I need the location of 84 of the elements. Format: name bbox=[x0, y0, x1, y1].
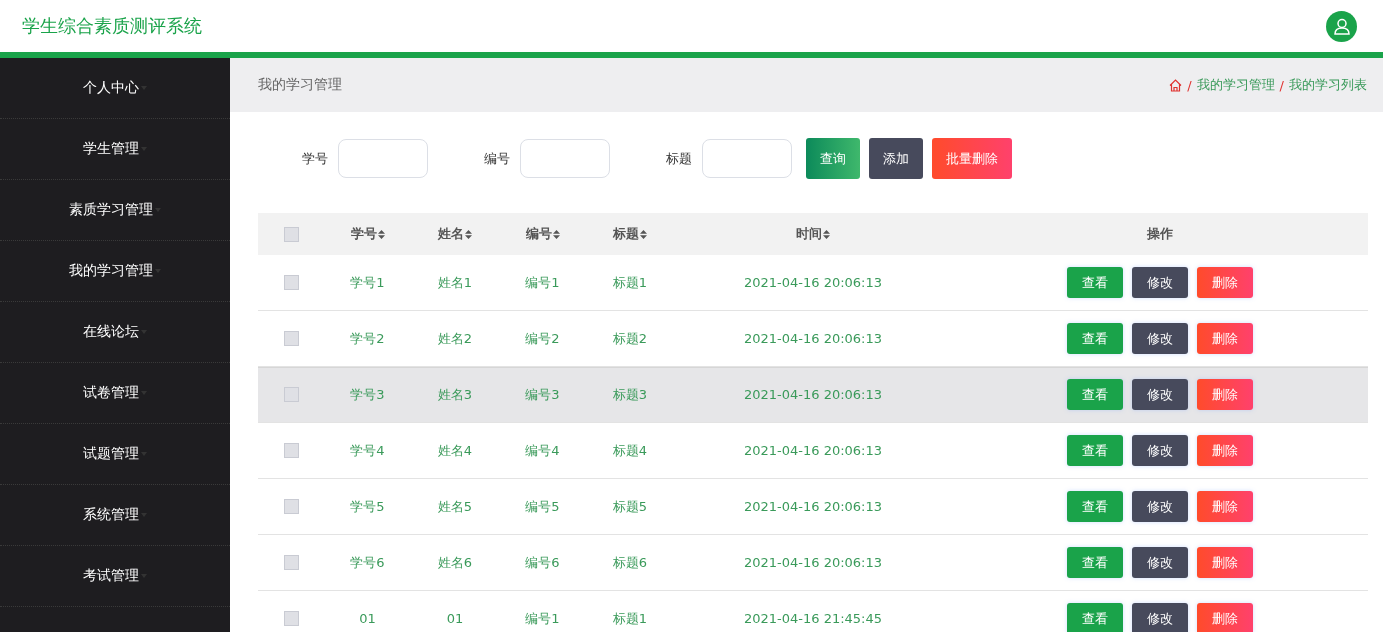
sidebar-item[interactable]: 试题管理 bbox=[0, 424, 230, 485]
column-header[interactable]: 时间 bbox=[796, 225, 830, 243]
edit-button[interactable]: 修改 bbox=[1132, 379, 1188, 410]
input-field[interactable] bbox=[338, 139, 428, 178]
table-cell: 2021-04-16 20:06:13 bbox=[743, 443, 883, 458]
sidebar-item[interactable]: 试卷管理 bbox=[0, 363, 230, 424]
sidebar-item[interactable]: 在线论坛 bbox=[0, 302, 230, 363]
filter-label: 学号 bbox=[302, 149, 328, 168]
table-row[interactable]: 学号3 姓名3 编号3 标题3 2021-04-16 20:06:13 查看 修改 删除 bbox=[258, 367, 1368, 423]
sidebar-item[interactable]: 考试管理 bbox=[0, 546, 230, 607]
table-cell: 标题3 bbox=[612, 385, 648, 404]
add-button[interactable]: 添加 bbox=[869, 138, 923, 179]
select-all-checkbox[interactable] bbox=[283, 226, 299, 242]
row-checkbox[interactable] bbox=[283, 331, 299, 346]
table-cell: 学号4 bbox=[350, 441, 385, 460]
row-checkbox[interactable] bbox=[283, 555, 299, 570]
table-cell: 姓名6 bbox=[437, 553, 473, 572]
row-checkbox[interactable] bbox=[283, 611, 299, 626]
table-cell: 01 bbox=[359, 611, 376, 626]
sort-icon[interactable] bbox=[377, 229, 385, 239]
column-header[interactable]: 标题 bbox=[613, 225, 647, 243]
filter-label: 编号 bbox=[484, 149, 510, 168]
table-cell: 编号5 bbox=[525, 497, 560, 516]
edit-button[interactable]: 修改 bbox=[1132, 323, 1188, 354]
table-cell: 标题4 bbox=[612, 441, 648, 460]
table-cell: 姓名2 bbox=[437, 329, 473, 348]
input-field[interactable] bbox=[702, 139, 792, 178]
sort-icon[interactable] bbox=[823, 229, 830, 239]
table-cell: 学号2 bbox=[350, 329, 385, 348]
row-checkbox[interactable] bbox=[283, 275, 299, 290]
table-cell: 编号2 bbox=[525, 329, 560, 348]
edit-button[interactable]: 修改 bbox=[1132, 547, 1188, 578]
sidebar-item[interactable]: 系统管理 bbox=[0, 485, 230, 546]
table-cell: 学号1 bbox=[350, 273, 385, 292]
breadcrumb-separator: / bbox=[1187, 77, 1192, 93]
app-title: 学生综合素质测评系统 bbox=[22, 14, 202, 38]
filter-label: 标题 bbox=[666, 149, 692, 168]
home-icon[interactable] bbox=[1169, 78, 1183, 92]
table-cell: 姓名3 bbox=[437, 385, 473, 404]
table-cell: 学号5 bbox=[350, 497, 385, 516]
page-title: 我的学习管理 bbox=[258, 76, 342, 94]
table-cell: 2021-04-16 20:06:13 bbox=[743, 275, 883, 290]
table-cell: 编号3 bbox=[525, 385, 560, 404]
table-cell: 2021-04-16 20:06:13 bbox=[743, 331, 883, 346]
sidebar-item[interactable]: 素质学习管理 bbox=[0, 180, 230, 241]
sidebar-item[interactable]: 我的学习管理 bbox=[0, 241, 230, 302]
edit-button[interactable]: 修改 bbox=[1132, 267, 1188, 298]
table-cell: 姓名5 bbox=[437, 497, 473, 516]
table-cell: 编号1 bbox=[525, 609, 560, 628]
table-cell: 姓名1 bbox=[437, 273, 473, 292]
row-checkbox[interactable] bbox=[283, 443, 299, 458]
table-cell: 2021-04-16 20:06:13 bbox=[743, 499, 883, 514]
edit-button[interactable]: 修改 bbox=[1132, 603, 1188, 632]
table-cell: 2021-04-16 20:06:13 bbox=[743, 387, 883, 402]
table-cell: 编号6 bbox=[525, 553, 560, 572]
row-checkbox[interactable] bbox=[283, 499, 299, 514]
table-cell: 标题2 bbox=[612, 329, 648, 348]
edit-button[interactable]: 修改 bbox=[1132, 491, 1188, 522]
table-cell: 编号4 bbox=[525, 441, 560, 460]
table-cell: 2021-04-16 20:06:13 bbox=[743, 555, 883, 570]
column-header[interactable]: 编号 bbox=[525, 225, 560, 243]
breadcrumb-separator: / bbox=[1279, 77, 1284, 93]
column-header[interactable]: 姓名 bbox=[438, 225, 472, 243]
table-cell: 姓名4 bbox=[437, 441, 473, 460]
column-header[interactable]: 学号 bbox=[350, 225, 385, 243]
table-cell: 标题1 bbox=[612, 273, 648, 292]
table-cell: 01 bbox=[446, 611, 464, 626]
search-button[interactable]: 查询 bbox=[806, 138, 860, 179]
table-cell: 学号3 bbox=[350, 385, 385, 404]
table-cell: 标题1 bbox=[612, 609, 648, 628]
table-cell: 编号1 bbox=[525, 273, 560, 292]
user-avatar-icon[interactable] bbox=[1326, 10, 1357, 42]
edit-button[interactable]: 修改 bbox=[1132, 435, 1188, 466]
row-checkbox[interactable] bbox=[283, 387, 299, 402]
sort-icon[interactable] bbox=[552, 229, 560, 239]
sidebar-item[interactable]: 学生管理 bbox=[0, 119, 230, 180]
table-cell: 标题5 bbox=[612, 497, 648, 516]
table-cell: 2021-04-16 21:45:45 bbox=[743, 611, 883, 626]
sort-icon[interactable] bbox=[465, 229, 472, 239]
table-cell: 标题6 bbox=[612, 553, 648, 572]
sort-icon[interactable] bbox=[640, 229, 647, 239]
input-field[interactable] bbox=[520, 139, 610, 178]
table-cell: 学号6 bbox=[350, 553, 385, 572]
column-header: 操作 bbox=[1147, 225, 1173, 243]
